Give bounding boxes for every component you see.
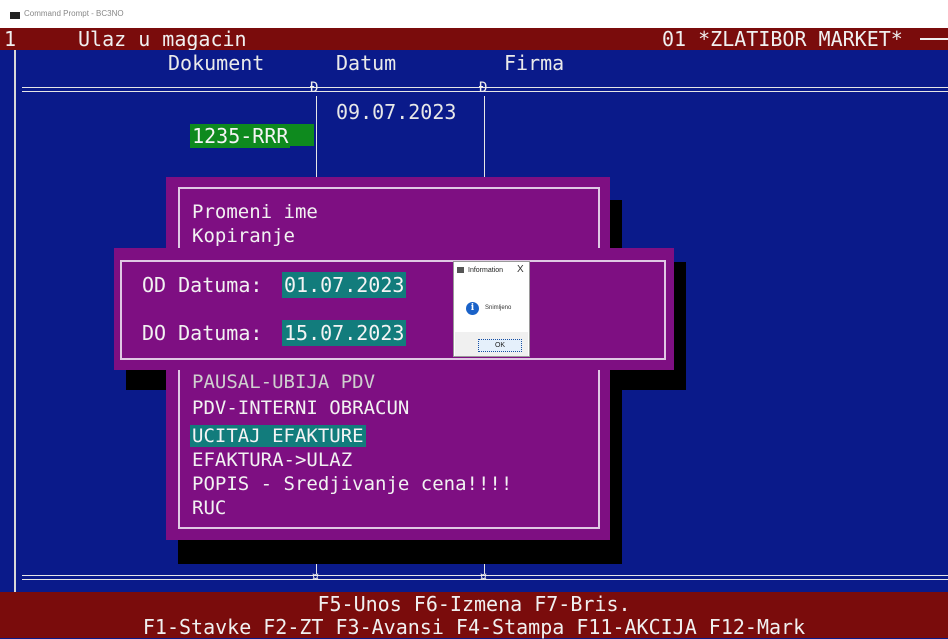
footer-junction: ¤ [479,569,488,585]
header-junction: Ð [310,80,319,96]
od-datuma-label: OD Datuma: [142,273,263,297]
function-key-bar: F5-Unos F6-Izmena F7-Bris. F1-Stavke F2-… [0,592,948,638]
menu-item-promeni-ime[interactable]: Promeni ime [192,201,318,223]
do-datuma-label: DO Datuma: [142,321,263,345]
window-icon [457,267,464,273]
menu-item-ruc[interactable]: RUC [192,497,226,519]
do-datuma-field[interactable]: 15.07.2023 [282,320,407,346]
message-box-title: Information [468,267,504,274]
close-icon[interactable]: X [517,264,524,275]
column-header-datum: Datum [336,51,397,75]
od-datuma-field[interactable]: 01.07.2023 [282,272,407,298]
window-title: Command Prompt - BC3NO [24,9,124,18]
record-datum[interactable]: 09.07.2023 [336,100,456,124]
menu-shadow [178,540,622,564]
window-titlebar: Command Prompt - BC3NO [0,0,948,28]
ok-button[interactable]: OK [478,339,522,352]
function-keys-line-1: F5-Unos F6-Izmena F7-Bris. [317,592,631,616]
function-keys-line-2: F1-Stavke F2-ZT F3-Avansi F4-Stampa F11-… [142,615,806,639]
info-icon: i [466,302,479,315]
column-header-firma: Firma [504,51,565,75]
screen-title: Ulaz u magacin [78,27,247,51]
menu-item-efaktura-ulaz[interactable]: EFAKTURA->ULAZ [192,449,352,471]
date-range-dialog: OD Datuma: 01.07.2023 DO Datuma: 15.07.2… [114,248,674,370]
row-number: 1 [4,27,17,51]
menu-item-ucitaj-efakture[interactable]: UCITAJ EFAKTURE [190,425,366,447]
top-status-bar: 1 Ulaz u magacin 01 *ZLATIBOR MARKET* [0,28,948,50]
message-box-text: Snimljeno [485,305,512,311]
company-name: 01 *ZLATIBOR MARKET* [662,27,903,51]
menu-item-pausal-ubija-pdv[interactable]: PAUSAL-UBIJA PDV [192,371,375,393]
menu-item-popis[interactable]: POPIS - Sredjivanje cena!!!! [192,473,512,495]
top-bar-rule [920,38,948,40]
record-dokument-value[interactable]: 1235-RRR [190,124,291,148]
selection-fill [290,124,315,146]
footer-junction: ¤ [311,569,320,585]
dialog-shadow [674,262,686,390]
information-message-box: Information X i Snimljeno OK [453,261,530,357]
menu-item-pdv-interni-obracun[interactable]: PDV-INTERNI OBRACUN [192,397,409,419]
record-dokument[interactable]: 1235-RRR [166,100,315,148]
menu-item-kopiranje[interactable]: Kopiranje [192,225,295,247]
column-header-dokument: Dokument [168,51,265,75]
header-junction: Ð [479,80,488,96]
cmd-icon [10,12,20,19]
